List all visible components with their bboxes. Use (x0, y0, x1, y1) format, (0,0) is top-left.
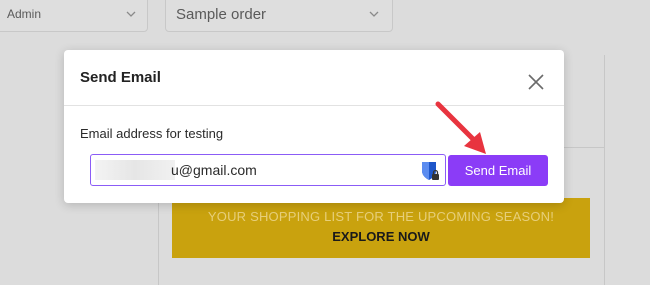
promo-banner-headline: YOUR SHOPPING LIST FOR THE UPCOMING SEAS… (207, 209, 555, 224)
role-select[interactable]: Admin (0, 0, 148, 32)
redacted-email-prefix (95, 160, 175, 180)
promo-banner-cta: EXPLORE NOW (332, 229, 430, 244)
order-select[interactable]: Sample order (165, 0, 393, 32)
send-email-button[interactable]: Send Email (448, 155, 548, 186)
role-select-value: Admin (7, 7, 42, 21)
chevron-down-icon (126, 11, 136, 17)
email-field-label: Email address for testing (80, 126, 224, 141)
chevron-down-icon (369, 11, 379, 17)
close-icon[interactable] (526, 72, 546, 92)
email-field-value: u@gmail.com (171, 162, 257, 178)
red-arrow-annotation (435, 101, 486, 154)
dialog-title: Send Email (80, 69, 161, 86)
password-manager-icon[interactable] (419, 159, 441, 183)
order-select-value: Sample order (176, 5, 267, 23)
email-field[interactable]: u@gmail.com (90, 154, 446, 186)
promo-banner: YOUR SHOPPING LIST FOR THE UPCOMING SEAS… (172, 198, 590, 258)
